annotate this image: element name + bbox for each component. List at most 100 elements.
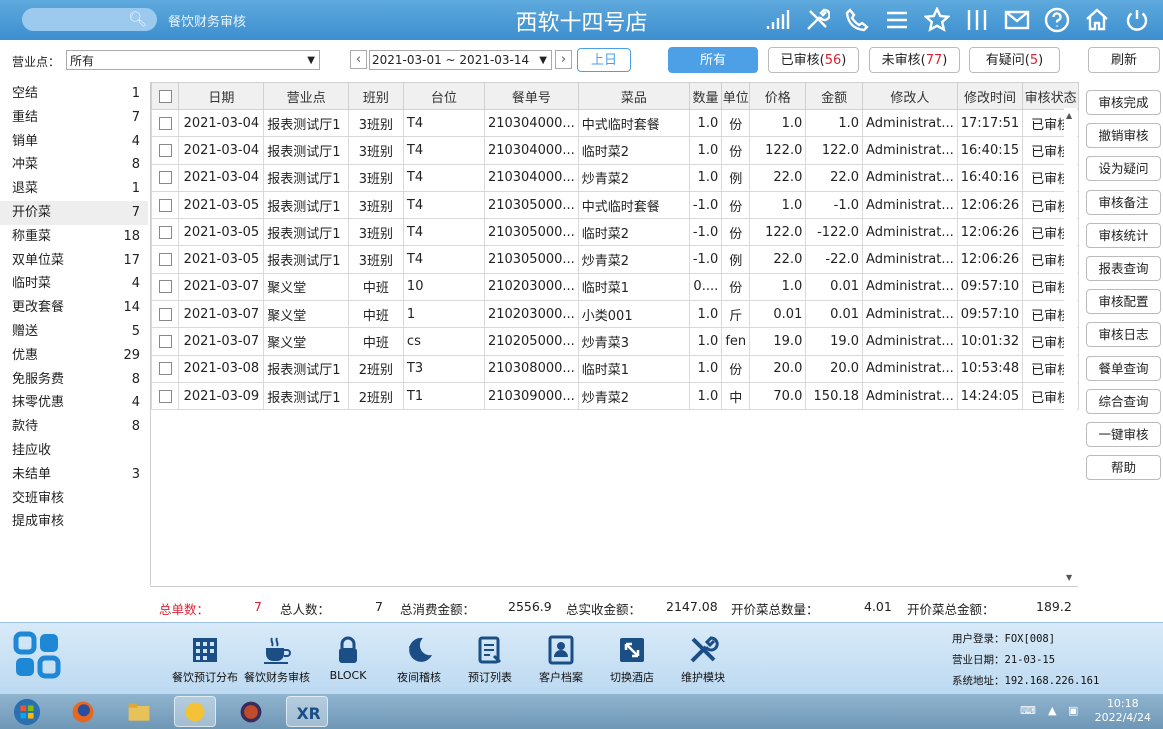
column-header[interactable]: 单位 [721,82,751,110]
row-checkbox[interactable] [150,218,180,247]
audit-config-button[interactable]: 审核配置 [1086,289,1161,315]
table-row[interactable]: 2021-03-05 报表测试厅1 3班别 T4 210305000... 炒青菜2 -1.… [150,245,1079,274]
tray-expand-icon[interactable]: ▲ [1048,704,1056,717]
chevron-down-icon[interactable]: ▼ [307,51,315,71]
sidebar-item[interactable]: 挂应收 [0,439,148,463]
table-row[interactable]: 2021-03-04 报表测试厅1 3班别 T4 210304000... 临时菜2 1.0… [150,136,1079,165]
sidebar-item[interactable]: 称重菜 18 [0,225,148,249]
sidebar-item[interactable]: 更改套餐 14 [0,296,148,320]
audit-complete-button[interactable]: 审核完成 [1086,90,1161,115]
row-checkbox[interactable] [150,245,180,274]
mark-doubtful-button[interactable]: 设为疑问 [1086,156,1161,182]
module-switch-hotel[interactable]: 切换酒店 [592,631,672,685]
vertical-scrollbar[interactable]: ▲ ▼ [1064,108,1077,585]
column-header[interactable]: 价格 [749,82,807,110]
sidebar-item[interactable]: 优惠 29 [0,344,148,368]
column-header[interactable]: 营业点 [263,82,349,110]
app-taskbar-icon[interactable] [174,696,216,727]
table-row[interactable]: 2021-03-05 报表测试厅1 3班别 T4 210305000... 中式临时套餐 -… [150,190,1079,220]
scroll-down-icon[interactable]: ▼ [1066,573,1072,582]
home-icon[interactable] [1081,4,1113,36]
keyboard-tray-icon[interactable]: ⌨ [1020,704,1036,717]
row-checkbox[interactable] [150,272,180,302]
column-header[interactable]: 日期 [178,82,265,110]
row-checkbox[interactable] [150,136,180,165]
sidebar-item[interactable]: 抹零优惠 4 [0,391,148,415]
sidebar-item[interactable]: 免服务费 8 [0,368,148,392]
revoke-audit-button[interactable]: 撤销审核 [1086,123,1161,149]
sidebar-item[interactable]: 重结 7 [0,106,148,130]
module-night-audit[interactable]: 夜间稽核 [379,631,459,685]
row-checkbox[interactable] [150,190,180,220]
start-button[interactable] [6,696,48,727]
sidebar-item[interactable]: 未结单 3 [0,463,148,487]
column-header[interactable]: 修改时间 [956,82,1024,110]
xr-app-icon[interactable]: XR [286,696,328,727]
sidebar-item[interactable]: 退菜 1 [0,177,148,201]
outlet-select[interactable]: 所有 ▼ [66,50,320,70]
column-header[interactable]: 修改人 [862,82,958,110]
row-checkbox[interactable] [150,327,180,356]
phone-icon[interactable] [841,4,873,36]
module-maintenance[interactable]: 维护模块 [663,631,743,685]
sidebar-item[interactable]: 临时菜 4 [0,272,148,296]
chevron-down-icon[interactable]: ▼ [539,51,547,70]
tab-doubtful[interactable]: 有疑问(5) [969,47,1060,73]
row-checkbox[interactable] [150,300,180,329]
module-finance-audit[interactable]: 餐饮财务审核 [237,631,317,685]
module-customer-profile[interactable]: 客户档案 [521,631,601,685]
row-checkbox[interactable] [150,381,180,411]
file-explorer-icon[interactable] [118,696,160,727]
sidebar-item-selected[interactable]: 开价菜 7 [0,200,148,225]
table-row[interactable]: 2021-03-04 报表测试厅1 3班别 T4 210304000... 中式临时套餐 1… [150,108,1079,138]
refresh-button[interactable]: 刷新 [1088,47,1160,73]
tab-unaudited[interactable]: 未审核(77) [869,47,960,73]
order-query-button[interactable]: 餐单查询 [1086,355,1161,381]
app-logo-icon[interactable] [12,631,62,681]
network-tray-icon[interactable]: ▣ [1068,704,1078,717]
column-header[interactable]: 餐单号 [483,82,579,110]
power-icon[interactable] [1121,4,1153,36]
sidebar-item[interactable]: 提成审核 [0,510,148,534]
module-block[interactable]: BLOCK [308,631,388,682]
next-range-button[interactable]: › [555,50,572,69]
date-range-select[interactable]: 2021-03-01 ~ 2021-03-14 ▼ [369,50,552,70]
table-row[interactable]: 2021-03-07 聚义堂 中班 1 210203000... 小类001 1.0 斤 0.0… [150,300,1079,329]
table-row[interactable]: 2021-03-07 聚义堂 中班 10 210203000... 临时菜1 0.... 份 1… [150,272,1079,302]
tools-icon[interactable] [801,4,833,36]
sidebar-item[interactable]: 双单位菜 17 [0,249,148,273]
table-row[interactable]: 2021-03-09 报表测试厅1 2班别 T1 210309000... 炒青菜2 1.0… [150,381,1079,411]
sidebar-item[interactable]: 销单 4 [0,130,148,154]
search-input[interactable]: 🔍︎ [22,8,157,31]
row-checkbox[interactable] [150,354,180,383]
sidebar-item[interactable]: 赠送 5 [0,320,148,344]
table-row[interactable]: 2021-03-05 报表测试厅1 3班别 T4 210305000... 临时菜2 -1.… [150,218,1079,247]
column-header[interactable]: 审核状态 [1022,82,1079,110]
tab-audited[interactable]: 已审核(56) [768,47,859,73]
column-header[interactable]: 菜品 [577,82,690,110]
column-header[interactable]: 数量 [688,82,723,110]
row-checkbox[interactable] [150,108,180,138]
column-header[interactable]: 台位 [402,82,485,110]
tab-all[interactable]: 所有 [668,47,758,73]
module-reservation-distribution[interactable]: 餐饮预订分布 [165,631,245,685]
select-all-checkbox[interactable] [150,82,180,110]
search-icon[interactable]: 🔍︎ [128,10,147,28]
sidebar-item[interactable]: 空结 1 [0,82,148,106]
scroll-up-icon[interactable]: ▲ [1066,111,1072,120]
prev-day-button[interactable]: 上日 [577,48,631,72]
column-header[interactable]: 金额 [805,82,864,110]
table-row[interactable]: 2021-03-04 报表测试厅1 3班别 T4 210304000... 炒青菜2 1.0… [150,163,1079,192]
one-click-audit-button[interactable]: 一键审核 [1086,421,1161,447]
firefox-icon[interactable] [62,696,104,727]
signal-icon[interactable] [761,4,793,36]
previous-range-button[interactable]: ‹ [350,50,367,69]
general-query-button[interactable]: 综合查询 [1086,388,1161,414]
audit-stats-button[interactable]: 审核统计 [1086,222,1161,248]
module-reservation-list[interactable]: 预订列表 [450,631,530,685]
report-query-button[interactable]: 报表查询 [1086,255,1161,281]
java-ee-icon[interactable] [230,696,272,727]
mail-icon[interactable] [1001,4,1033,36]
table-row[interactable]: 2021-03-08 报表测试厅1 2班别 T3 210308000... 临时菜1 1.0… [150,354,1079,383]
columns-icon[interactable] [961,4,993,36]
